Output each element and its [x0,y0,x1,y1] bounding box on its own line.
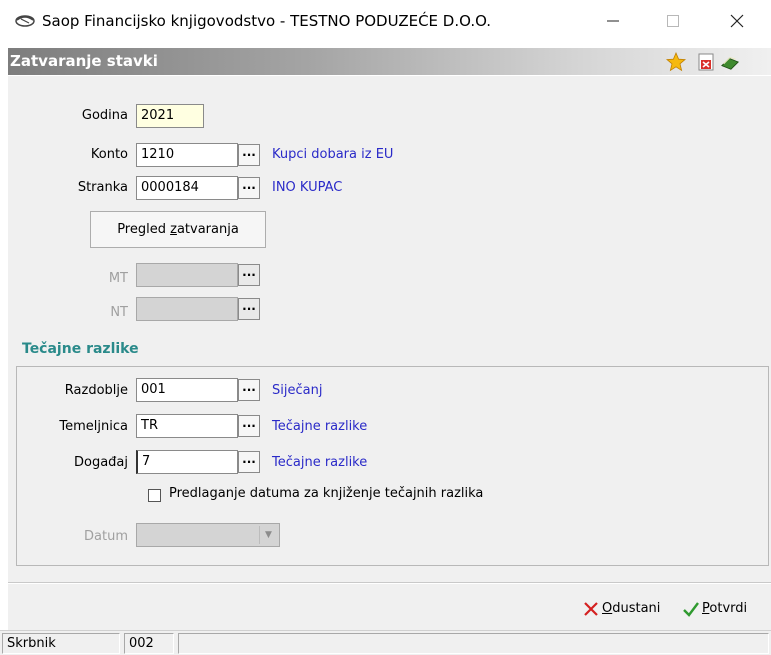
closing-preview-label-accel: z [170,222,177,237]
period-label: Razdoblje [64,383,128,398]
cost-carrier-label: NT [110,305,128,320]
status-owner-label: Skrbnik [2,633,120,654]
date-label: Datum [84,529,128,544]
cost-center-label: MT [108,271,128,286]
account-label: Konto [90,147,128,162]
suggest-date-checkbox[interactable] [148,489,161,502]
date-combobox: ▼ [136,523,280,547]
window-title: Saop Financijsko knjigovodstvo - TESTNO … [42,12,492,30]
maximize-icon [667,15,679,27]
cost-carrier-browse-button: ... [238,298,260,320]
form-panel: Godina 2021 Konto 1210 ... Kupci dobara … [8,76,771,583]
closing-preview-label-post: atvaranja [176,222,239,237]
favorite-star-icon[interactable] [666,52,686,72]
status-owner-value: 002 [124,633,174,654]
journal-browse-button[interactable]: ... [238,415,260,437]
event-input[interactable]: 7 [136,450,238,474]
minimize-icon [607,20,619,22]
journal-description: Tečajne razlike [272,419,368,434]
app-icon [15,15,35,27]
minimize-button[interactable] [590,4,636,38]
window-titlebar[interactable]: Saop Financijsko knjigovodstvo - TESTNO … [0,0,771,44]
cost-center-input [136,263,238,287]
confirm-check-icon [683,602,699,617]
partner-description: INO KUPAC [272,180,343,195]
year-label: Godina [81,108,128,123]
cancel-label: dustani [612,601,661,616]
action-bar: Odustani Potvrdi [8,584,771,630]
partner-input[interactable]: 0000184 [136,176,238,200]
period-input[interactable]: 001 [136,378,238,402]
maximize-button[interactable] [650,4,696,38]
partner-label: Stranka [77,180,128,195]
suggest-date-label: Predlaganje datuma za knjiženje tečajnih… [169,486,484,501]
journal-input[interactable]: TR [136,414,238,438]
event-label: Događaj [73,455,128,470]
excel-export-icon[interactable] [696,52,716,72]
account-input[interactable]: 1210 [136,143,238,167]
close-icon [730,14,744,28]
confirm-button[interactable]: Potvrdi [702,601,747,616]
partner-browse-button[interactable]: ... [238,177,260,199]
confirm-label: otvrdi [709,601,748,616]
closing-preview-button[interactable]: Pregled zatvaranja [90,211,266,248]
help-book-icon[interactable] [720,52,740,72]
cost-center-browse-button: ... [238,264,260,286]
event-browse-button[interactable]: ... [238,451,260,473]
period-browse-button[interactable]: ... [238,379,260,401]
form-header: Zatvaranje stavki [8,48,771,75]
status-extra [178,633,769,654]
closing-preview-label-pre: Pregled [117,222,171,237]
form-title: Zatvaranje stavki [10,52,158,70]
exchange-diff-section-title: Tečajne razlike [22,341,139,357]
account-description: Kupci dobara iz EU [272,147,394,162]
period-description: Siječanj [272,383,323,398]
journal-label: Temeljnica [59,419,128,434]
cancel-x-icon [584,602,598,616]
exchange-diff-group [16,366,769,566]
close-button[interactable] [714,4,760,38]
cost-carrier-input [136,297,238,321]
year-input[interactable]: 2021 [136,104,204,128]
chevron-down-icon: ▼ [259,526,277,544]
cancel-accel: O [602,601,613,616]
cancel-button[interactable]: Odustani [602,601,660,616]
account-browse-button[interactable]: ... [238,144,260,166]
event-description: Tečajne razlike [272,455,368,470]
status-bar: Skrbnik 002 [0,630,771,655]
